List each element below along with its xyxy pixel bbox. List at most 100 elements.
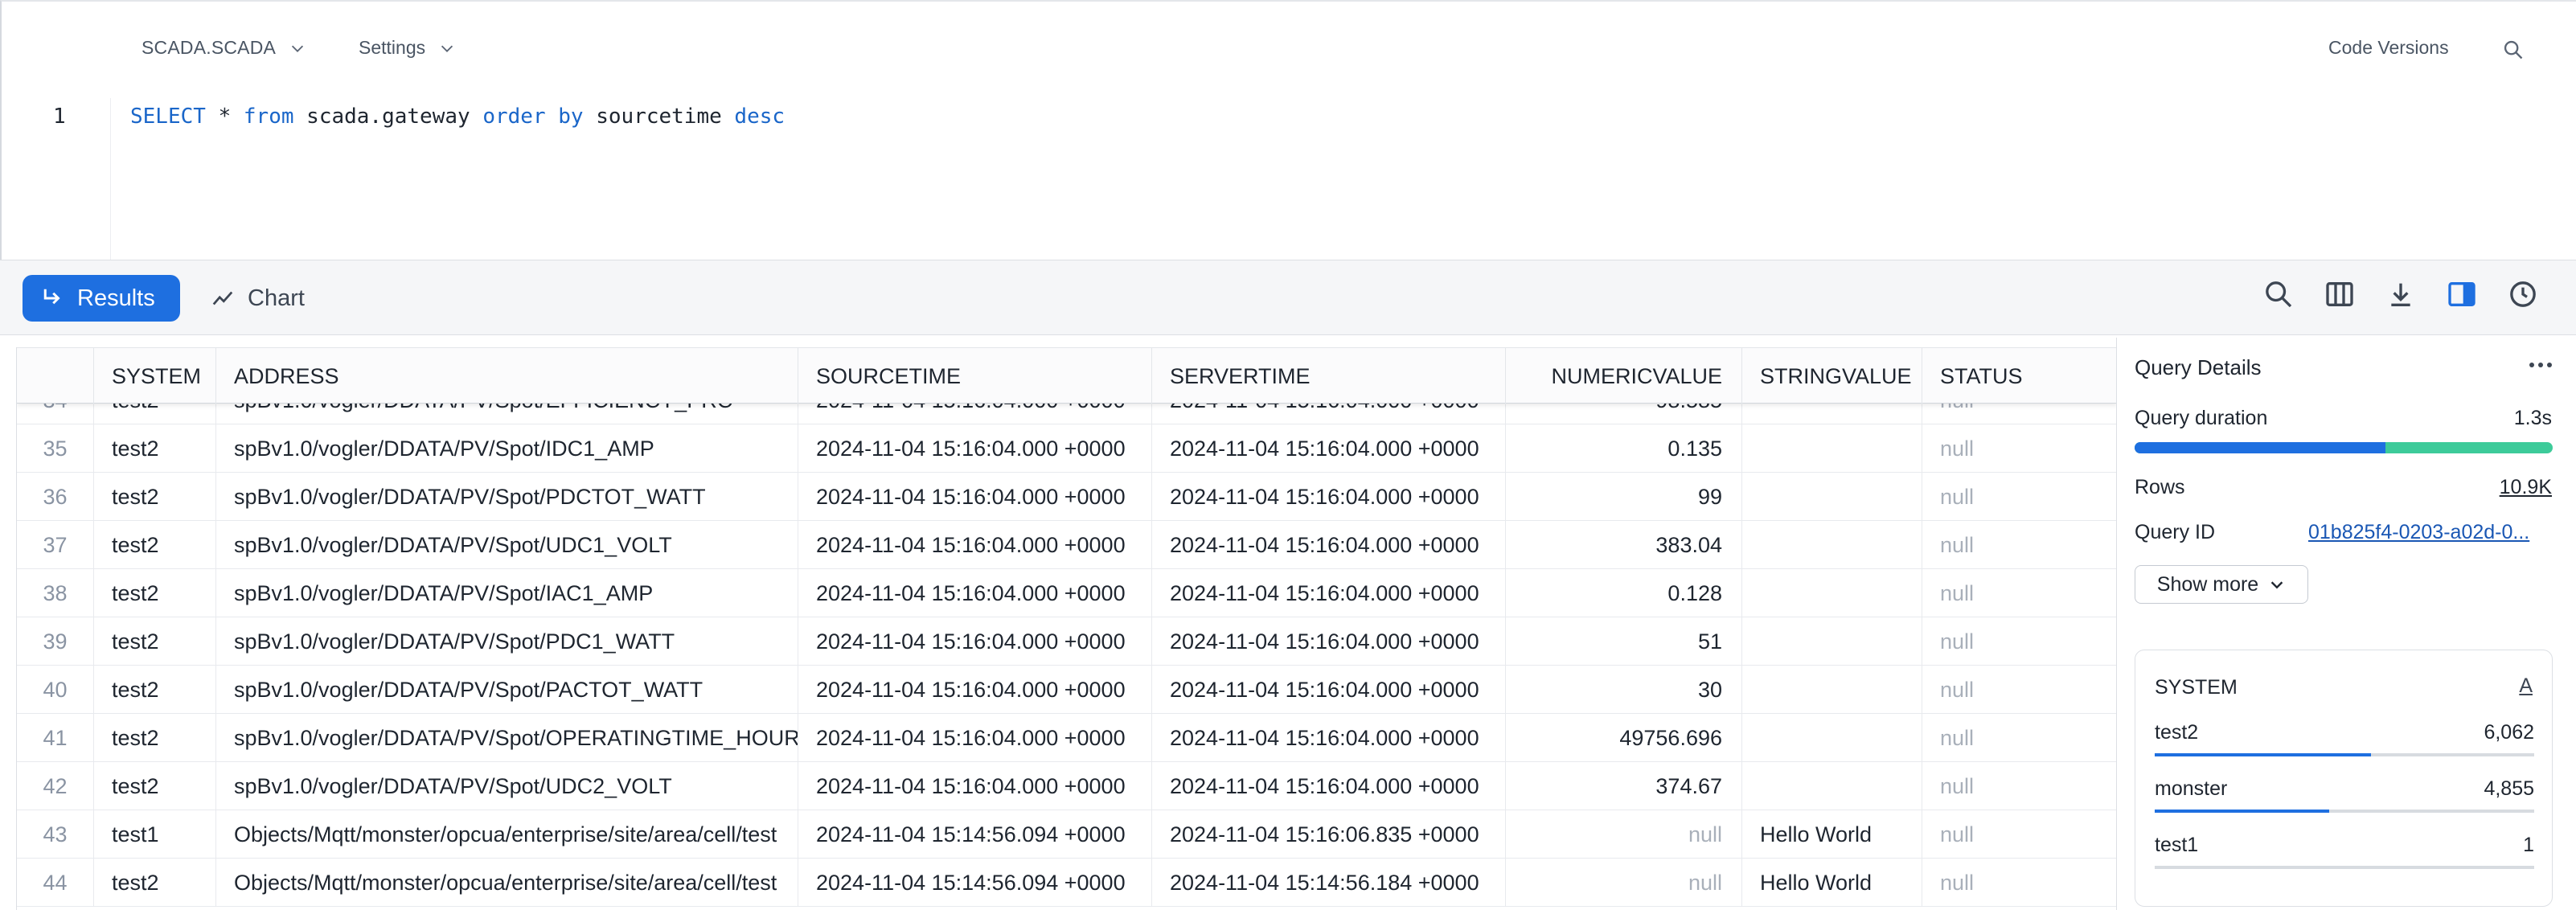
chart-tab[interactable]: Chart <box>211 275 305 322</box>
numericvalue-cell[interactable]: null <box>1506 810 1742 859</box>
sourcetime-cell[interactable]: 2024-11-04 15:16:04.000 +0000 <box>798 473 1152 521</box>
servertime-cell[interactable]: 2024-11-04 15:16:06.835 +0000 <box>1152 810 1506 859</box>
row-index[interactable]: 43 <box>17 810 94 859</box>
status-cell[interactable]: null <box>1922 521 2116 569</box>
stringvalue-cell[interactable] <box>1742 714 1922 762</box>
sourcetime-cell[interactable]: 2024-11-04 15:14:56.094 +0000 <box>798 859 1152 907</box>
system-cell[interactable]: test2 <box>94 569 216 617</box>
servertime-cell[interactable]: 2024-11-04 15:16:04.000 +0000 <box>1152 617 1506 666</box>
address-cell[interactable]: spBv1.0/vogler/DDATA/PV/Spot/IAC1_AMP <box>216 569 798 617</box>
table-row[interactable]: 37 test2 spBv1.0/vogler/DDATA/PV/Spot/UDC1… <box>17 521 2116 569</box>
rows-value-link[interactable]: 10.9K <box>2500 476 2552 499</box>
table-row[interactable]: 42 test2 spBv1.0/vogler/DDATA/PV/Spot/UDC2… <box>17 762 2116 810</box>
servertime-header[interactable]: SERVERTIME <box>1152 348 1506 404</box>
status-cell[interactable]: null <box>1922 810 2116 859</box>
numericvalue-cell[interactable]: 0.128 <box>1506 569 1742 617</box>
address-cell[interactable]: spBv1.0/vogler/DDATA/PV/Spot/UDC2_VOLT <box>216 762 798 810</box>
stringvalue-cell[interactable] <box>1742 424 1922 473</box>
servertime-cell[interactable]: 2024-11-04 15:16:04.000 +0000 <box>1152 666 1506 714</box>
row-index[interactable]: 36 <box>17 473 94 521</box>
system-cell[interactable]: test2 <box>94 617 216 666</box>
system-cell[interactable]: test2 <box>94 666 216 714</box>
row-index[interactable]: 41 <box>17 714 94 762</box>
servertime-cell[interactable]: 2024-11-04 15:16:04.000 +0000 <box>1152 714 1506 762</box>
system-value-row[interactable]: monster 4,855 <box>2155 777 2534 826</box>
status-cell[interactable]: null <box>1922 617 2116 666</box>
stringvalue-cell[interactable] <box>1742 473 1922 521</box>
servertime-cell[interactable]: 2024-11-04 15:16:04.000 +0000 <box>1152 424 1506 473</box>
system-cell[interactable]: test2 <box>94 859 216 907</box>
system-value-row[interactable]: test1 1 <box>2155 834 2534 882</box>
sourcetime-cell[interactable]: 2024-11-04 15:16:04.000 +0000 <box>798 617 1152 666</box>
split-panel-icon[interactable] <box>2446 278 2478 310</box>
table-row[interactable]: 35 test2 spBv1.0/vogler/DDATA/PV/Spot/IDC1… <box>17 424 2116 473</box>
stringvalue-cell[interactable] <box>1742 521 1922 569</box>
sourcetime-cell[interactable]: 2024-11-04 15:16:04.000 +0000 <box>798 666 1152 714</box>
servertime-cell[interactable]: 2024-11-04 15:14:56.184 +0000 <box>1152 859 1506 907</box>
table-row[interactable]: 41 test2 spBv1.0/vogler/DDATA/PV/Spot/OPER… <box>17 714 2116 762</box>
servertime-cell[interactable]: 2024-11-04 15:16:04.000 +0000 <box>1152 521 1506 569</box>
servertime-cell[interactable]: 2024-11-04 15:16:04.000 +0000 <box>1152 762 1506 810</box>
numericvalue-header[interactable]: NUMERICVALUE <box>1506 348 1742 404</box>
status-cell[interactable]: null <box>1922 762 2116 810</box>
system-value-row[interactable]: test2 6,062 <box>2155 721 2534 769</box>
address-header[interactable]: ADDRESS <box>216 348 798 404</box>
show-more-button[interactable]: Show more <box>2135 565 2308 604</box>
status-cell[interactable]: null <box>1922 666 2116 714</box>
query-id-link[interactable]: 01b825f4-0203-a02d-0... <box>2308 521 2553 544</box>
table-row[interactable]: 44 test2 Objects/Mqtt/monster/opcua/enterp… <box>17 859 2116 907</box>
servertime-cell[interactable]: 2024-11-04 15:16:04.000 +0000 <box>1152 569 1506 617</box>
status-cell[interactable]: null <box>1922 473 2116 521</box>
stringvalue-cell[interactable] <box>1742 617 1922 666</box>
rownum-header[interactable] <box>17 348 94 404</box>
address-cell[interactable]: spBv1.0/vogler/DDATA/PV/Spot/PDCTOT_WATT <box>216 473 798 521</box>
sourcetime-header[interactable]: SOURCETIME <box>798 348 1152 404</box>
stringvalue-cell[interactable] <box>1742 569 1922 617</box>
stringvalue-cell[interactable]: Hello World <box>1742 859 1922 907</box>
download-icon[interactable] <box>2385 278 2417 310</box>
row-index[interactable]: 35 <box>17 424 94 473</box>
sourcetime-cell[interactable]: 2024-11-04 15:16:04.000 +0000 <box>798 521 1152 569</box>
settings-dropdown[interactable]: Settings <box>359 37 456 59</box>
address-cell[interactable]: spBv1.0/vogler/DDATA/PV/Spot/UDC1_VOLT <box>216 521 798 569</box>
table-row[interactable]: 39 test2 spBv1.0/vogler/DDATA/PV/Spot/PDC1… <box>17 617 2116 666</box>
stringvalue-header[interactable]: STRINGVALUE <box>1742 348 1922 404</box>
sourcetime-cell[interactable]: 2024-11-04 15:16:04.000 +0000 <box>798 714 1152 762</box>
status-header[interactable]: STATUS <box>1922 348 2116 404</box>
system-cell[interactable]: test1 <box>94 810 216 859</box>
status-cell[interactable]: null <box>1922 424 2116 473</box>
search-icon[interactable] <box>2502 39 2525 61</box>
numericvalue-cell[interactable]: 30 <box>1506 666 1742 714</box>
row-index[interactable]: 44 <box>17 859 94 907</box>
results-tab[interactable]: Results <box>23 275 180 322</box>
search-icon[interactable] <box>2262 278 2295 310</box>
row-index[interactable]: 38 <box>17 569 94 617</box>
database-selector[interactable]: SCADA.SCADA <box>142 37 306 59</box>
numericvalue-cell[interactable]: 49756.696 <box>1506 714 1742 762</box>
system-header[interactable]: SYSTEM <box>94 348 216 404</box>
columns-icon[interactable] <box>2324 278 2356 310</box>
address-cell[interactable]: spBv1.0/vogler/DDATA/PV/Spot/PDC1_WATT <box>216 617 798 666</box>
stringvalue-cell[interactable] <box>1742 762 1922 810</box>
sourcetime-cell[interactable]: 2024-11-04 15:16:04.000 +0000 <box>798 424 1152 473</box>
numericvalue-cell[interactable]: 374.67 <box>1506 762 1742 810</box>
sourcetime-cell[interactable]: 2024-11-04 15:14:56.094 +0000 <box>798 810 1152 859</box>
status-cell[interactable]: null <box>1922 859 2116 907</box>
status-cell[interactable]: null <box>1922 714 2116 762</box>
address-cell[interactable]: Objects/Mqtt/monster/opcua/enterprise/si… <box>216 859 798 907</box>
row-index[interactable]: 40 <box>17 666 94 714</box>
system-cell[interactable]: test2 <box>94 521 216 569</box>
row-index[interactable]: 42 <box>17 762 94 810</box>
address-cell[interactable]: spBv1.0/vogler/DDATA/PV/Spot/PACTOT_WATT <box>216 666 798 714</box>
more-options-icon[interactable] <box>2527 357 2554 373</box>
stringvalue-cell[interactable] <box>1742 666 1922 714</box>
row-index[interactable]: 37 <box>17 521 94 569</box>
numericvalue-cell[interactable]: 0.135 <box>1506 424 1742 473</box>
stringvalue-cell[interactable]: Hello World <box>1742 810 1922 859</box>
table-row[interactable]: 38 test2 spBv1.0/vogler/DDATA/PV/Spot/IAC1… <box>17 569 2116 617</box>
table-row[interactable]: 40 test2 spBv1.0/vogler/DDATA/PV/Spot/PACT… <box>17 666 2116 714</box>
row-index[interactable]: 39 <box>17 617 94 666</box>
system-cell[interactable]: test2 <box>94 762 216 810</box>
address-cell[interactable]: spBv1.0/vogler/DDATA/PV/Spot/IDC1_AMP <box>216 424 798 473</box>
address-cell[interactable]: spBv1.0/vogler/DDATA/PV/Spot/OPERATINGTI… <box>216 714 798 762</box>
